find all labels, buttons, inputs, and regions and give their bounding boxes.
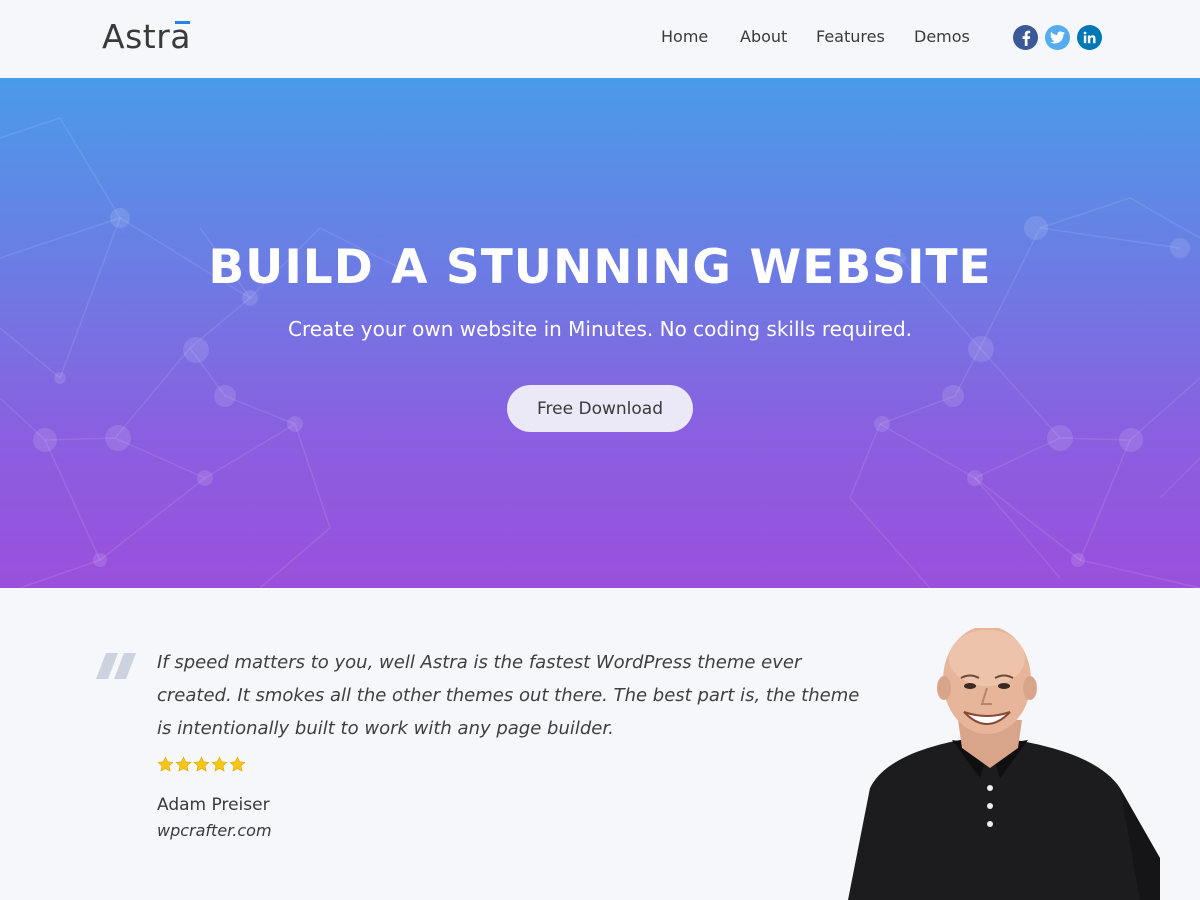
quote-icon [96, 653, 136, 679]
facebook-icon[interactable] [1013, 25, 1038, 50]
testimonial-quote: If speed matters to you, well Astra is t… [157, 652, 860, 739]
testimonial-section: If speed matters to you, well Astra is t… [0, 588, 1200, 900]
nav-item-about[interactable]: About [740, 26, 787, 48]
star-icon [193, 756, 210, 772]
nav-item-demos[interactable]: Demos [914, 26, 970, 48]
author-photo [848, 628, 1160, 900]
site-header: Astra Home About Features Demos [0, 0, 1200, 78]
testimonial-site: wpcrafter.com [157, 821, 272, 840]
testimonial-author: Adam Preiser [157, 795, 270, 815]
nav-item-home[interactable]: Home [661, 26, 708, 48]
hero-title: BUILD A STUNNING WEBSITE [208, 240, 992, 295]
star-icon [157, 756, 174, 772]
logo-accent-bar [175, 21, 190, 24]
star-icon [211, 756, 228, 772]
star-rating [157, 756, 246, 773]
star-icon [175, 756, 192, 772]
nav-item-features[interactable]: Features [816, 26, 885, 48]
hero-section: BUILD A STUNNING WEBSITE Create your own… [0, 78, 1200, 588]
star-icon [229, 756, 246, 772]
hero-subtitle: Create your own website in Minutes. No c… [287, 317, 912, 341]
free-download-button[interactable]: Free Download [507, 385, 693, 432]
twitter-icon[interactable] [1045, 25, 1070, 50]
linkedin-icon[interactable] [1077, 25, 1102, 50]
